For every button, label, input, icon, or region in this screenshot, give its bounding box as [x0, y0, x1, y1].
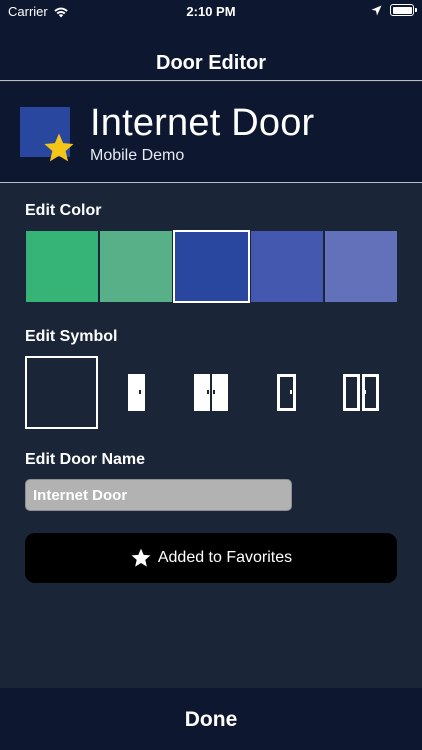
double-glass-door-icon — [343, 374, 379, 411]
door-subtitle: Mobile Demo — [90, 147, 185, 164]
edit-door-name-label: Edit Door Name — [25, 451, 146, 468]
status-time: 2:10 PM — [186, 4, 236, 19]
location-arrow-icon — [371, 5, 382, 15]
done-bar: Done — [0, 688, 422, 750]
empty-symbol-option[interactable] — [25, 356, 98, 429]
single-glass-door-icon — [277, 374, 296, 411]
status-right — [371, 4, 417, 16]
edit-symbol-label: Edit Symbol — [25, 328, 118, 345]
color-swatch-periwinkle[interactable] — [323, 230, 399, 303]
color-swatches — [25, 230, 399, 303]
door-name-title: Internet Door — [90, 102, 315, 144]
single-door-icon — [128, 374, 145, 411]
done-button[interactable]: Done — [185, 708, 238, 732]
single-door-option[interactable] — [100, 356, 173, 429]
favorites-button-label: Added to Favorites — [157, 549, 293, 566]
edit-color-label: Edit Color — [25, 202, 102, 219]
color-swatch-blue-selected[interactable] — [173, 230, 250, 303]
door-name-input[interactable] — [25, 479, 292, 511]
double-door-icon — [194, 374, 228, 411]
nav-title: Door Editor — [156, 52, 266, 74]
star-icon — [131, 548, 151, 567]
double-glass-door-option[interactable] — [325, 356, 398, 429]
battery-icon — [390, 4, 417, 16]
favorites-button[interactable]: Added to Favorites — [25, 533, 397, 583]
color-swatch-light-green[interactable] — [99, 230, 174, 303]
single-glass-door-option[interactable] — [250, 356, 323, 429]
double-door-option[interactable] — [175, 356, 248, 429]
navigation-bar: Door Editor — [0, 24, 422, 81]
symbol-options — [25, 356, 398, 429]
door-header: Internet Door Mobile Demo — [0, 82, 422, 183]
status-bar: Carrier 2:10 PM — [0, 0, 422, 24]
door-color-thumbnail — [20, 107, 74, 162]
color-swatch-green[interactable] — [25, 230, 100, 303]
favorite-star-icon — [44, 133, 74, 162]
color-swatch-indigo[interactable] — [249, 230, 324, 303]
